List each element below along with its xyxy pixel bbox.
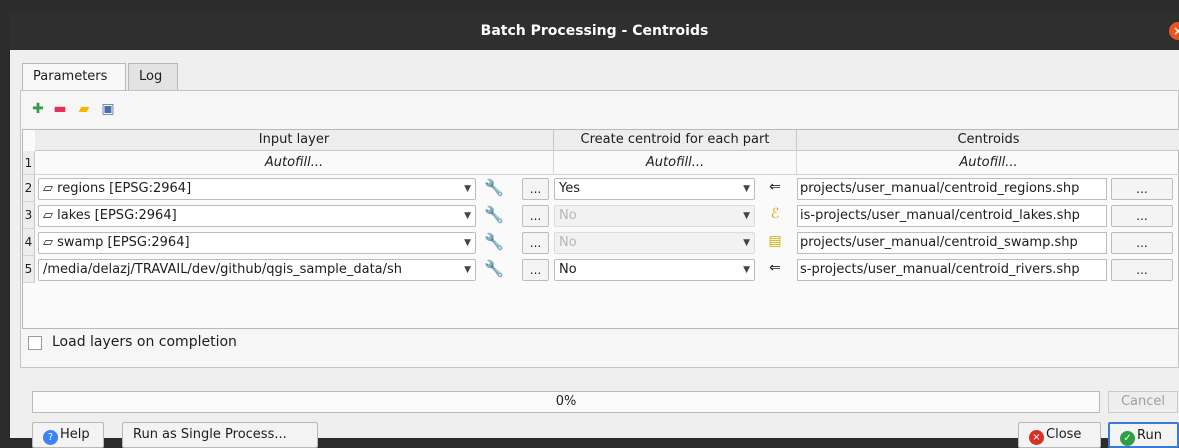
- row-number: 1: [23, 151, 35, 175]
- save-file-icon[interactable]: ⇐: [761, 179, 789, 199]
- remove-row-icon[interactable]: ▬: [52, 101, 68, 117]
- row-number: 3: [23, 202, 35, 229]
- save-icon[interactable]: ▣: [100, 101, 116, 117]
- ellipsis-button[interactable]: ...: [522, 205, 549, 227]
- help-button[interactable]: ? Help: [32, 422, 104, 448]
- load-layers-checkbox[interactable]: [28, 336, 42, 350]
- chevron-down-icon: ▼: [743, 238, 750, 248]
- window-title: Batch Processing - Centroids: [480, 23, 709, 39]
- autofill-create[interactable]: Autofill...: [554, 151, 797, 175]
- chevron-down-icon: ▼: [464, 211, 471, 221]
- chevron-down-icon: ▼: [743, 184, 750, 194]
- autofill-input[interactable]: Autofill...: [35, 151, 554, 175]
- create-centroid-combo[interactable]: Yes ▼: [554, 178, 755, 200]
- create-centroid-combo[interactable]: No ▼: [554, 232, 755, 254]
- row-number: 2: [23, 175, 35, 202]
- cancel-button[interactable]: Cancel: [1108, 391, 1178, 413]
- tab-parameters[interactable]: Parameters: [22, 63, 126, 93]
- wrench-icon[interactable]: 🔧: [481, 259, 507, 281]
- tab-log[interactable]: Log: [128, 63, 178, 91]
- header-create-centroid: Create centroid for each part: [554, 130, 797, 151]
- output-browse-button[interactable]: ...: [1111, 259, 1173, 281]
- input-layer-combo[interactable]: ▱ swamp [EPSG:2964] ▼: [38, 232, 476, 254]
- save-file-icon[interactable]: ⇐: [761, 260, 789, 280]
- batch-processing-window: Batch Processing - Centroids × Parameter…: [10, 12, 1179, 448]
- polygon-layer-icon: ▱: [43, 208, 58, 223]
- run-single-process-button[interactable]: Run as Single Process...: [122, 422, 318, 448]
- chevron-down-icon: ▼: [743, 211, 750, 221]
- row-number: 5: [23, 256, 35, 283]
- chevron-down-icon: ▼: [743, 265, 750, 275]
- expression-icon[interactable]: ℰ: [761, 206, 789, 226]
- output-path-field[interactable]: is-projects/user_manual/centroid_lakes.s…: [797, 205, 1107, 227]
- output-browse-button[interactable]: ...: [1111, 232, 1173, 254]
- batch-table: Input layer Create centroid for each par…: [22, 129, 1179, 329]
- check-icon: ✓: [1120, 431, 1135, 446]
- create-centroid-combo[interactable]: No ▼: [554, 259, 755, 281]
- window-close-button[interactable]: ×: [1169, 22, 1179, 40]
- close-button[interactable]: × Close: [1018, 422, 1101, 448]
- wrench-icon[interactable]: 🔧: [481, 205, 507, 227]
- row-number: 4: [23, 229, 35, 256]
- load-layers-label: Load layers on completion: [52, 334, 237, 350]
- wrench-icon[interactable]: 🔧: [481, 178, 507, 200]
- output-path-field[interactable]: projects/user_manual/centroid_regions.sh…: [797, 178, 1107, 200]
- chevron-down-icon: ▼: [464, 265, 471, 275]
- polygon-layer-icon: ▱: [43, 235, 58, 250]
- data-defined-icon[interactable]: ▤: [761, 233, 789, 253]
- chevron-down-icon: ▼: [464, 184, 471, 194]
- chevron-down-icon: ▼: [464, 238, 471, 248]
- add-row-icon[interactable]: ✚: [30, 101, 46, 117]
- open-file-icon[interactable]: ▰: [76, 101, 92, 117]
- output-path-field[interactable]: projects/user_manual/centroid_swamp.shp: [797, 232, 1107, 254]
- output-path-field[interactable]: s-projects/user_manual/centroid_rivers.s…: [797, 259, 1107, 281]
- wrench-icon[interactable]: 🔧: [481, 232, 507, 254]
- header-centroids: Centroids: [797, 130, 1179, 151]
- header-input-layer: Input layer: [35, 130, 554, 151]
- ellipsis-button[interactable]: ...: [522, 178, 549, 200]
- progress-bar: 0%: [32, 391, 1100, 413]
- input-layer-combo[interactable]: ▱ lakes [EPSG:2964] ▼: [38, 205, 476, 227]
- run-button[interactable]: ✓ Run: [1108, 422, 1179, 448]
- ellipsis-button[interactable]: ...: [522, 259, 549, 281]
- input-layer-combo[interactable]: /media/delazj/TRAVAIL/dev/github/qgis_sa…: [38, 259, 476, 281]
- ellipsis-button[interactable]: ...: [522, 232, 549, 254]
- output-browse-button[interactable]: ...: [1111, 205, 1173, 227]
- create-centroid-combo[interactable]: No ▼: [554, 205, 755, 227]
- input-layer-combo[interactable]: ▱ regions [EPSG:2964] ▼: [38, 178, 476, 200]
- polygon-layer-icon: ▱: [43, 181, 58, 196]
- autofill-output[interactable]: Autofill...: [797, 151, 1179, 175]
- output-browse-button[interactable]: ...: [1111, 178, 1173, 200]
- window-titlebar: Batch Processing - Centroids ×: [10, 12, 1179, 50]
